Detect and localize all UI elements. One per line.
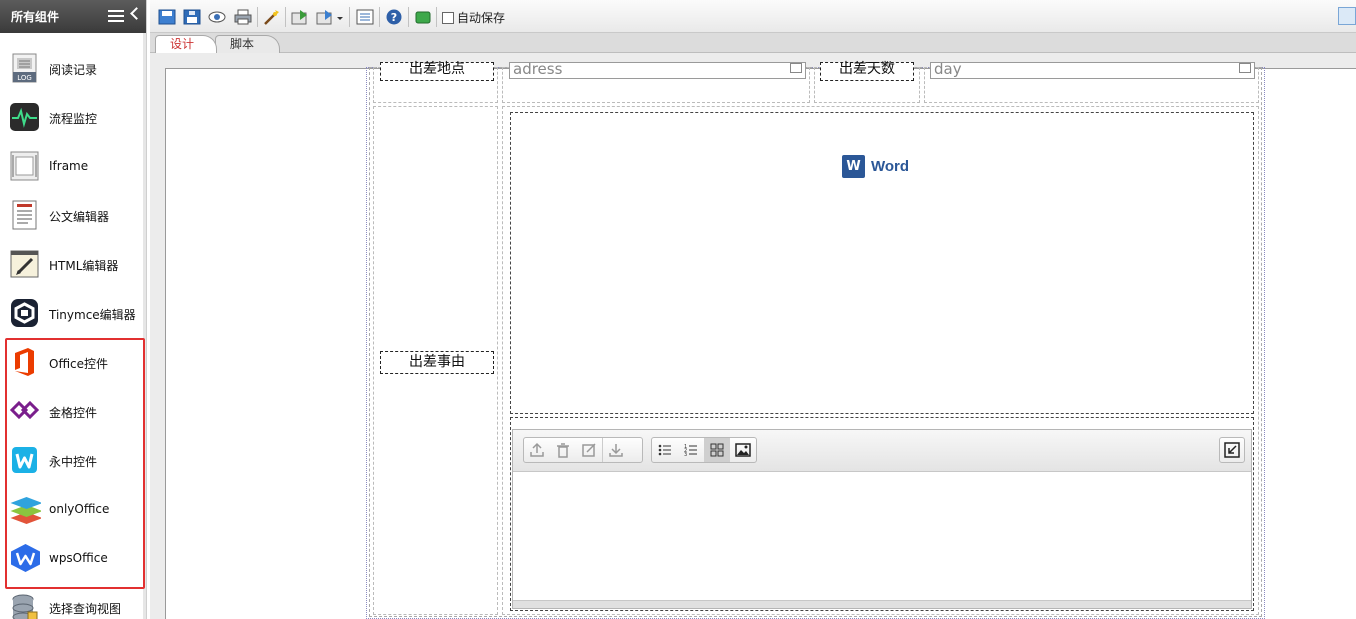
toolbar-separator <box>257 7 258 27</box>
sidebar-item-label: HTML编辑器 <box>49 259 119 273</box>
download-icon[interactable] <box>602 438 628 462</box>
yozo-icon <box>12 447 37 473</box>
edit-icon[interactable] <box>790 63 802 73</box>
sidebar-item-tinymce-editor[interactable]: Tinymce编辑器 <box>0 289 143 338</box>
label-trip-reason[interactable]: 出差事由 <box>380 351 494 374</box>
sidebar-item-office-control[interactable]: Office控件 <box>0 338 143 387</box>
component-icon[interactable] <box>414 9 432 25</box>
word-label: Word <box>871 158 910 175</box>
office-icon <box>15 348 34 376</box>
upload-icon[interactable] <box>524 438 550 462</box>
sidebar-item-onlyoffice[interactable]: onlyOffice <box>0 485 143 534</box>
onlyoffice-icon <box>10 497 41 524</box>
expand-group <box>1219 437 1245 463</box>
sidebar-item-html-editor[interactable]: HTML编辑器 <box>0 240 143 289</box>
tab-design[interactable]: 设计 <box>155 35 217 53</box>
sidebar-item-wpsoffice[interactable]: wpsOffice <box>0 534 143 583</box>
design-canvas: 出差地点 adress 出差天数 day 出差事由 W Word 1 2 3 <box>150 53 1356 619</box>
attachment-toolbar: 123 <box>513 430 1251 472</box>
toolbar-separator <box>408 7 409 27</box>
iframe-icon <box>10 151 39 181</box>
sidebar-item-read-log[interactable]: LOG 阅读记录 <box>0 44 143 93</box>
sidebar-item-label: 流程监控 <box>49 112 98 126</box>
sidebar-scrollbar[interactable] <box>143 33 146 619</box>
label-trip-location[interactable]: 出差地点 <box>380 62 494 81</box>
bullet-list-icon[interactable] <box>652 438 678 462</box>
list-view-icon[interactable] <box>356 9 374 25</box>
sidebar-title: 所有组件 <box>11 10 60 24</box>
file-actions-group <box>523 437 643 463</box>
sidebar-item-query-view[interactable]: 选择查询视图 <box>0 583 143 619</box>
sidebar-item-iframe[interactable]: Iframe <box>0 142 143 191</box>
pulse-monitor-icon <box>10 103 39 131</box>
export-dropdown-icon[interactable] <box>316 9 344 25</box>
save-icon[interactable] <box>158 9 176 25</box>
sidebar-item-jinge-control[interactable]: 金格控件 <box>0 387 143 436</box>
sidebar-item-label: 金格控件 <box>49 406 98 420</box>
import-icon[interactable] <box>291 9 309 25</box>
save-as-icon[interactable] <box>183 9 201 25</box>
view-mode-group: 123 <box>651 437 757 463</box>
sidebar-item-label: wpsOffice <box>49 551 108 565</box>
label-trip-days[interactable]: 出差天数 <box>820 62 914 81</box>
numbered-list-icon[interactable]: 123 <box>678 438 704 462</box>
trip-days-value: day <box>934 62 962 78</box>
attachment-footer <box>513 600 1251 608</box>
trip-location-value: adress <box>513 62 563 78</box>
trip-location-field[interactable]: adress <box>509 62 806 79</box>
edit-file-icon[interactable] <box>576 438 602 462</box>
html-editor-icon <box>10 250 39 278</box>
attachment-control[interactable]: 123 <box>512 429 1252 609</box>
sidebar-item-label: 永中控件 <box>49 455 98 469</box>
sidebar-item-document-editor[interactable]: 公文编辑器 <box>0 191 143 240</box>
svg-text:3: 3 <box>684 452 687 458</box>
collapse-arrow-icon[interactable] <box>1220 438 1244 462</box>
form-page[interactable]: 出差地点 adress 出差天数 day 出差事由 W Word 1 2 3 <box>165 62 1356 619</box>
autosave-label: 自动保存 <box>457 11 506 25</box>
sidebar-item-label: Iframe <box>49 159 89 173</box>
print-icon[interactable] <box>234 9 252 25</box>
sidebar-item-label: Tinymce编辑器 <box>49 308 136 322</box>
tab-script[interactable]: 脚本 <box>215 35 280 53</box>
grid-view-icon[interactable] <box>704 438 730 462</box>
sidebar-item-yozo-control[interactable]: 永中控件 <box>0 436 143 485</box>
monitor-icon[interactable] <box>1338 7 1356 25</box>
sidebar-item-label: onlyOffice <box>49 502 110 516</box>
component-sidebar: 所有组件 LOG 阅读记录 流程监控 Iframe 公文编辑器 HTML编辑器 … <box>0 0 147 619</box>
magic-wand-icon[interactable] <box>262 9 280 25</box>
autosave-toggle[interactable]: 自动保存 <box>442 9 505 26</box>
sidebar-item-flow-monitor[interactable]: 流程监控 <box>0 93 143 142</box>
trip-days-field[interactable]: day <box>930 62 1255 79</box>
svg-text:?: ? <box>391 11 397 24</box>
toolbar-separator <box>285 7 286 27</box>
collapse-chevron-icon[interactable] <box>130 7 143 20</box>
image-view-icon[interactable] <box>730 438 756 462</box>
log-file-icon: LOG <box>12 53 37 83</box>
word-logo: W Word <box>842 155 909 178</box>
database-icon <box>12 594 38 619</box>
preview-eye-icon[interactable] <box>208 9 226 25</box>
toolbar-separator <box>436 7 437 27</box>
editor-tabs: 设计 脚本 <box>150 33 1356 53</box>
svg-text:LOG: LOG <box>17 74 32 82</box>
edit-icon[interactable] <box>1239 63 1251 73</box>
wps-icon <box>11 544 40 572</box>
autosave-checkbox[interactable] <box>442 11 454 24</box>
toolbar-separator <box>379 7 380 27</box>
document-editor-icon <box>12 200 37 230</box>
sidebar-item-label: Office控件 <box>49 357 109 371</box>
designer-toolbar: ? 自动保存 <box>150 0 1356 33</box>
jinge-icon <box>10 400 39 420</box>
sidebar-item-label: 公文编辑器 <box>49 210 110 224</box>
sidebar-header: 所有组件 <box>0 0 146 33</box>
sidebar-item-label: 选择查询视图 <box>49 602 122 616</box>
toolbar-separator <box>349 7 350 27</box>
sidebar-item-label: 阅读记录 <box>49 63 98 77</box>
help-icon[interactable]: ? <box>385 9 403 25</box>
tinymce-icon <box>11 299 38 327</box>
hamburger-menu-icon[interactable] <box>108 10 124 22</box>
word-icon: W <box>842 155 865 178</box>
delete-icon[interactable] <box>550 438 576 462</box>
